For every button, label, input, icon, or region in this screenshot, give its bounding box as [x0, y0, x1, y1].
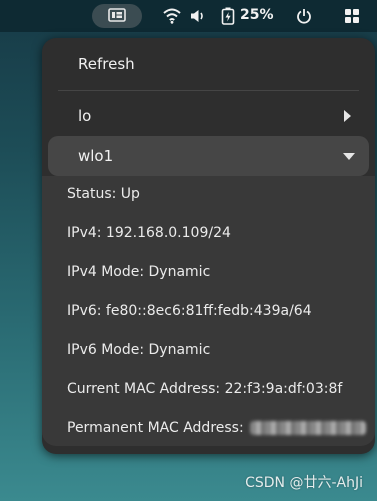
- wifi-icon[interactable]: [162, 6, 182, 26]
- chevron-right-icon: [344, 110, 351, 122]
- interface-label: lo: [78, 107, 92, 125]
- interface-label: wlo1: [78, 147, 114, 165]
- menu-separator: [58, 90, 359, 91]
- volume-icon[interactable]: [188, 6, 208, 26]
- refresh-menu-item[interactable]: Refresh: [42, 44, 375, 84]
- watermark: CSDN @廿六-AhJi: [245, 475, 363, 491]
- network-indicator-menu: Refresh lo wlo1 Status: Up IPv4: 192.168…: [42, 38, 375, 454]
- status-detail[interactable]: Status: Up: [67, 186, 140, 202]
- refresh-label: Refresh: [78, 55, 135, 73]
- app-indicator-icon: [108, 7, 126, 26]
- redacted-mac-value: [249, 421, 366, 435]
- app-indicator-button[interactable]: [92, 4, 142, 28]
- interface-item-lo[interactable]: lo: [42, 96, 375, 136]
- permanent-mac-detail[interactable]: Permanent MAC Address:: [67, 420, 366, 436]
- interface-details-submenu: Status: Up IPv4: 192.168.0.109/24 IPv4 M…: [42, 176, 375, 446]
- app-grid-icon[interactable]: [342, 6, 362, 26]
- ipv6-mode-detail[interactable]: IPv6 Mode: Dynamic: [67, 342, 210, 358]
- ipv4-detail[interactable]: IPv4: 192.168.0.109/24: [67, 225, 231, 241]
- chevron-down-icon: [343, 153, 355, 160]
- power-icon[interactable]: [294, 6, 314, 26]
- top-bar: 25%: [0, 0, 377, 32]
- ipv4-mode-detail[interactable]: IPv4 Mode: Dynamic: [67, 264, 210, 280]
- battery-charging-icon[interactable]: [218, 6, 238, 26]
- ipv6-detail[interactable]: IPv6: fe80::8ec6:81ff:fedb:439a/64: [67, 303, 312, 319]
- permanent-mac-label: Permanent MAC Address:: [67, 420, 244, 436]
- current-mac-detail[interactable]: Current MAC Address: 22:f3:9a:df:03:8f: [67, 381, 342, 397]
- battery-percentage: 25%: [240, 7, 274, 23]
- interface-item-wlo1[interactable]: wlo1: [48, 136, 369, 176]
